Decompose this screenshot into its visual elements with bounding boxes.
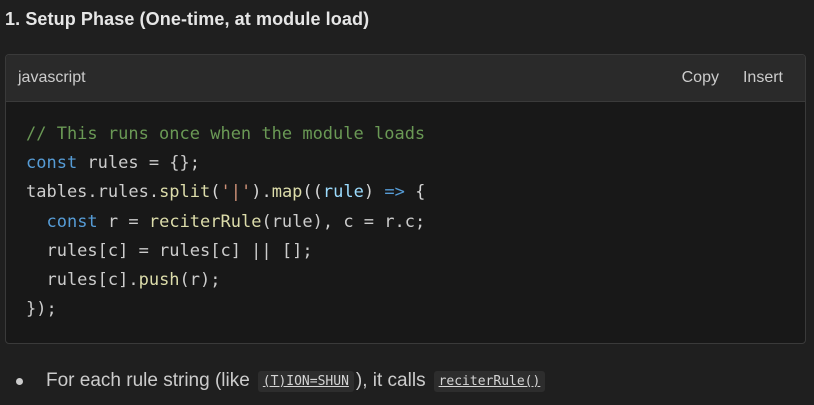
code-token: const xyxy=(46,211,98,232)
code-token: reciterRule xyxy=(148,211,262,232)
bullet-icon xyxy=(16,377,23,385)
code-line: // This runs once when the module loads xyxy=(26,120,805,149)
copy-button[interactable]: Copy xyxy=(682,69,719,87)
code-token: '|' xyxy=(220,182,252,203)
code-token: push xyxy=(138,269,180,290)
code-line: }); xyxy=(26,295,805,324)
code-token: tables.rules. xyxy=(26,182,160,203)
code-line: rules[c].push(r); xyxy=(26,266,805,295)
inline-code-function[interactable]: reciterRule() xyxy=(433,370,546,392)
code-content[interactable]: // This runs once when the module loads c… xyxy=(6,102,805,324)
code-token: rules = {}; xyxy=(77,153,201,174)
code-token: map xyxy=(271,182,303,203)
section-heading: 1. Setup Phase (One-time, at module load… xyxy=(5,9,370,29)
insert-button[interactable]: Insert xyxy=(743,69,783,87)
bullet-text-middle: ), it calls xyxy=(355,370,426,391)
code-block: javascript Copy Insert // This runs once… xyxy=(5,54,806,344)
code-token: split xyxy=(159,182,211,203)
code-line: const rules = {}; xyxy=(26,149,805,178)
code-token: (r); xyxy=(179,269,221,290)
code-actions: Copy Insert xyxy=(682,69,783,87)
code-token: (( xyxy=(302,182,323,203)
code-token: }); xyxy=(26,299,57,320)
code-token: rule xyxy=(322,182,364,203)
code-line: tables.rules.split('|').map((rule) => { xyxy=(26,178,805,207)
code-token: r = xyxy=(97,211,149,232)
code-token: { xyxy=(404,182,426,203)
code-token: // This runs once when the module loads xyxy=(26,124,426,144)
code-block-header: javascript Copy Insert xyxy=(6,55,805,102)
code-line: const r = reciterRule(rule), c = r.c; xyxy=(26,208,805,237)
code-language-label: javascript xyxy=(18,69,86,86)
list-item: For each rule string (like (T)ION=SHUN )… xyxy=(16,370,547,392)
code-token: rules[c]. xyxy=(26,269,139,290)
code-token: ( xyxy=(210,182,221,203)
code-token: ) xyxy=(363,182,385,203)
code-token: (rule), c = r.c; xyxy=(261,211,426,232)
code-token: const xyxy=(26,153,78,174)
code-line: rules[c] = rules[c] || []; xyxy=(26,237,805,266)
bullet-text-start: For each rule string (like xyxy=(46,370,250,391)
code-token: rules[c] = rules[c] || []; xyxy=(26,240,313,261)
inline-code-rule[interactable]: (T)ION=SHUN xyxy=(257,370,354,392)
code-token: => xyxy=(384,182,405,203)
code-token: ). xyxy=(251,182,272,203)
